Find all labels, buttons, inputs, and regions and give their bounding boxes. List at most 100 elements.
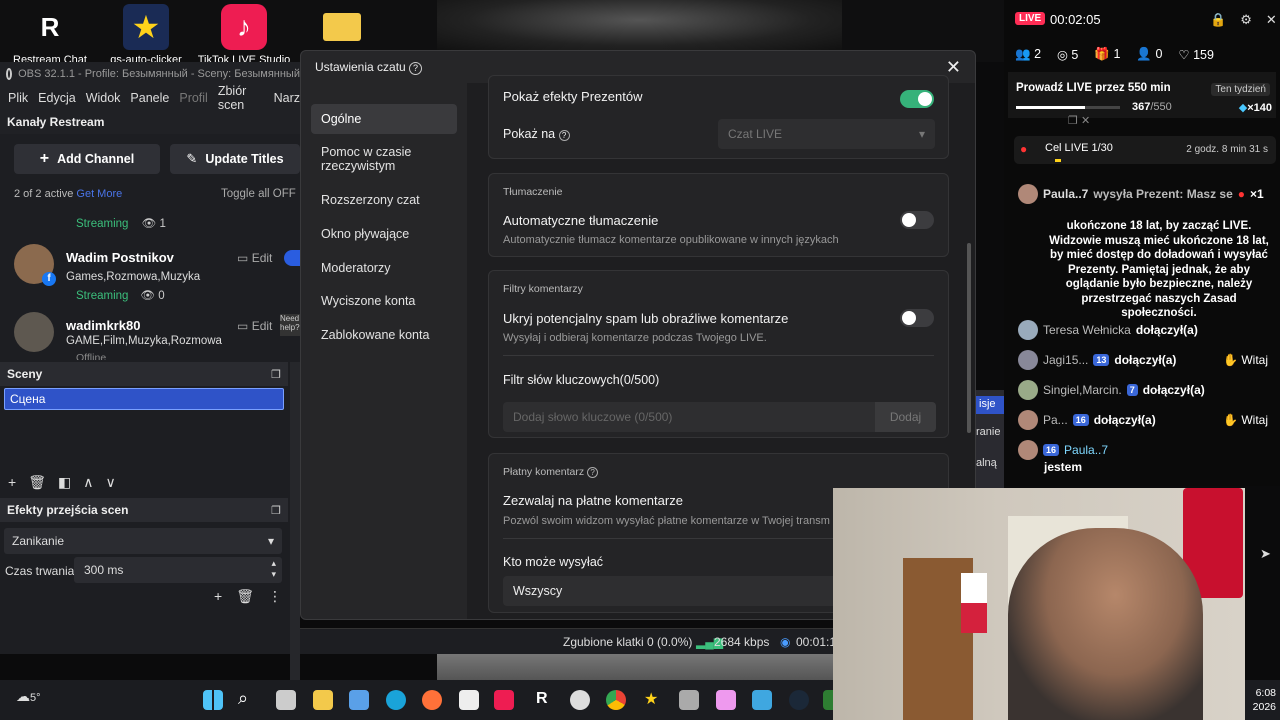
duration-input[interactable]: 300 ms ▴ ▾ <box>74 557 282 583</box>
steam-icon[interactable] <box>789 690 809 710</box>
edge-icon[interactable] <box>386 690 406 710</box>
chat-event[interactable]: 16 Paula..7 <box>1018 440 1272 460</box>
tab-isje[interactable]: isje <box>976 396 1004 414</box>
menu-panele[interactable]: Panele <box>130 91 169 105</box>
gifts-card: Pokaż efekty Prezentów Pokaż na ? Czat L… <box>488 75 949 159</box>
scene-item[interactable]: Сцена <box>4 388 284 410</box>
add-icon[interactable]: + <box>214 588 222 605</box>
chat-event[interactable]: Singiel,Marcin. 7 dołączył(a) <box>1018 380 1272 400</box>
close-icon[interactable]: ✕ <box>946 57 961 78</box>
gifts-toggle[interactable] <box>900 90 934 108</box>
obs-title-bar: OBS 32.1.1 - Profile: Безымянный - Sceny… <box>0 62 300 86</box>
clock[interactable]: 6:08 2026 <box>1246 686 1276 714</box>
add-icon[interactable]: + <box>8 474 16 491</box>
tomato-icon: ● <box>1237 187 1246 201</box>
menu-profil[interactable]: Profil <box>179 91 207 105</box>
nav-okno-plywajace[interactable]: Okno pływające <box>311 219 457 249</box>
trash-icon[interactable]: 🗑 <box>236 588 254 605</box>
help-icon[interactable]: ? <box>558 130 570 141</box>
firefox-icon[interactable] <box>422 690 442 710</box>
desktop-icon-tiktok-live-studio[interactable]: ♪ TikTok LIVE Studio <box>194 4 294 66</box>
transition-select[interactable]: Zanikanie ▾ <box>4 528 282 554</box>
undock-icon[interactable]: ❐ <box>271 368 281 381</box>
menu-narzedzia[interactable]: Narz <box>274 91 300 105</box>
chevron-up-icon[interactable]: ∧ <box>83 474 93 491</box>
menu-widok[interactable]: Widok <box>86 91 121 105</box>
close-icon[interactable]: ✕ <box>1266 12 1277 28</box>
witaj-button[interactable]: ✋ Witaj <box>1223 353 1268 367</box>
send-icon[interactable]: ➤ <box>1260 546 1271 562</box>
wave-icon: ✋ <box>1223 353 1238 367</box>
keyword-input[interactable]: Dodaj słowo kluczowe (0/500) <box>503 402 875 432</box>
goal-card: Prowadź LIVE przez 550 min Ten tydzień 3… <box>1008 72 1276 118</box>
trash-icon[interactable]: 🗑 <box>28 474 46 491</box>
spam-filter-toggle[interactable] <box>900 309 934 327</box>
help-icon[interactable]: ? <box>409 61 423 75</box>
app-icon[interactable] <box>679 690 699 710</box>
lock-icon[interactable]: 🔒 <box>1210 12 1226 28</box>
nav-rozszerzony-czat[interactable]: Rozszerzony czat <box>311 185 457 215</box>
star-taskbar-icon[interactable]: ★ <box>644 689 658 709</box>
toggle-all-off-button[interactable]: Toggle all OFF <box>221 188 296 200</box>
file-explorer-icon[interactable] <box>313 690 333 710</box>
search-icon[interactable]: ⌕ <box>238 688 248 709</box>
chat-event[interactable]: Teresa Wełnicka dołączył(a) <box>1018 320 1272 340</box>
desktop-icon-restream-chat[interactable]: R Restream Chat <box>0 4 100 67</box>
task-view-icon[interactable] <box>276 690 296 710</box>
scrollbar[interactable] <box>967 243 971 433</box>
translation-toggle[interactable] <box>900 211 934 229</box>
tab-ranie[interactable]: ranie <box>976 426 1004 438</box>
dropped-frames: Zgubione klatki 0 (0.0%) <box>563 635 693 649</box>
windows-start-icon[interactable] <box>203 690 223 710</box>
more-icon[interactable]: ⋮ <box>268 588 282 605</box>
nav-moderatorzy[interactable]: Moderatorzy <box>311 253 457 283</box>
popout-icon[interactable]: ❐ <box>1068 115 1078 127</box>
channel-row[interactable]: f Wadim Postnikov Games,Rozmowa,Muzyka S… <box>14 244 300 304</box>
tiktok-taskbar-icon[interactable] <box>494 690 514 710</box>
edit-button[interactable]: ▭ Edit <box>237 251 272 265</box>
photos-icon[interactable] <box>349 690 369 710</box>
obs-taskbar-icon[interactable] <box>459 690 479 710</box>
edit-button[interactable]: ▭ Edit <box>237 319 272 333</box>
nav-zablokowane-konta[interactable]: Zablokowane konta <box>311 320 457 350</box>
goal-reward: ◆×140 <box>1238 102 1272 114</box>
menu-plik[interactable]: Plik <box>8 91 28 105</box>
dialog-nav: Ogólne Pomoc w czasie rzeczywistym Rozsz… <box>301 85 467 619</box>
menu-edycja[interactable]: Edycja <box>38 91 76 105</box>
channel-categories: GAME,Film,Muzyka,Rozmowa <box>66 335 222 347</box>
app-icon[interactable] <box>716 690 736 710</box>
app-icon[interactable] <box>570 690 590 710</box>
add-channel-button[interactable]: + Add Channel <box>14 144 160 174</box>
help-icon[interactable]: ? <box>587 467 599 478</box>
chrome-icon[interactable] <box>606 690 626 710</box>
filter-icon[interactable]: ◧ <box>58 474 71 491</box>
add-keyword-button[interactable]: Dodaj <box>875 402 936 432</box>
obs-logo-icon <box>6 68 13 80</box>
spin-arrows-icon[interactable]: ▴ ▾ <box>271 558 276 580</box>
channel-toggle[interactable] <box>284 250 300 266</box>
undock-icon[interactable]: ❐ <box>271 504 281 517</box>
age-notice: ukończone 18 lat, by zacząć LIVE. Widzow… <box>1049 220 1269 319</box>
nav-pomoc[interactable]: Pomoc w czasie rzeczywistym <box>311 137 457 181</box>
get-more-link[interactable]: Get More <box>76 188 122 200</box>
desktop-icon-qs-auto-clicker[interactable]: ★ qs-auto-clicker <box>96 4 196 66</box>
desktop-icon-folder[interactable] <box>292 4 392 54</box>
stream-time: 00:01:1 <box>796 635 837 649</box>
tab-alna[interactable]: alną <box>976 457 1004 469</box>
mini-controls: ❐ ✕ <box>1068 114 1090 127</box>
close-icon[interactable]: ✕ <box>1081 115 1090 127</box>
nav-wyciszone-konta[interactable]: Wyciszone konta <box>311 286 457 316</box>
show-on-select[interactable]: Czat LIVE ▾ <box>718 119 935 149</box>
app-icon[interactable] <box>752 690 772 710</box>
update-titles-button[interactable]: ✎ Update Titles <box>170 144 300 174</box>
menu-zbior-scen[interactable]: Zbiór scen <box>218 84 264 112</box>
gear-icon[interactable]: ⚙ <box>1240 12 1252 28</box>
weather-widget[interactable]: ☁5° <box>16 688 41 705</box>
restream-taskbar-icon[interactable]: R <box>536 690 548 708</box>
nav-ogolne[interactable]: Ogólne <box>311 104 457 134</box>
gift-message: Paula..7 wysyła Prezent: Masz se ● ×1 <box>1018 184 1272 204</box>
viewers-stat: 👥 2 <box>1015 47 1042 61</box>
live-toolbar: 🔒 ⚙ ✕ <box>1210 12 1277 28</box>
witaj-button[interactable]: ✋ Witaj <box>1223 413 1268 427</box>
chevron-down-icon[interactable]: ∨ <box>105 474 115 491</box>
